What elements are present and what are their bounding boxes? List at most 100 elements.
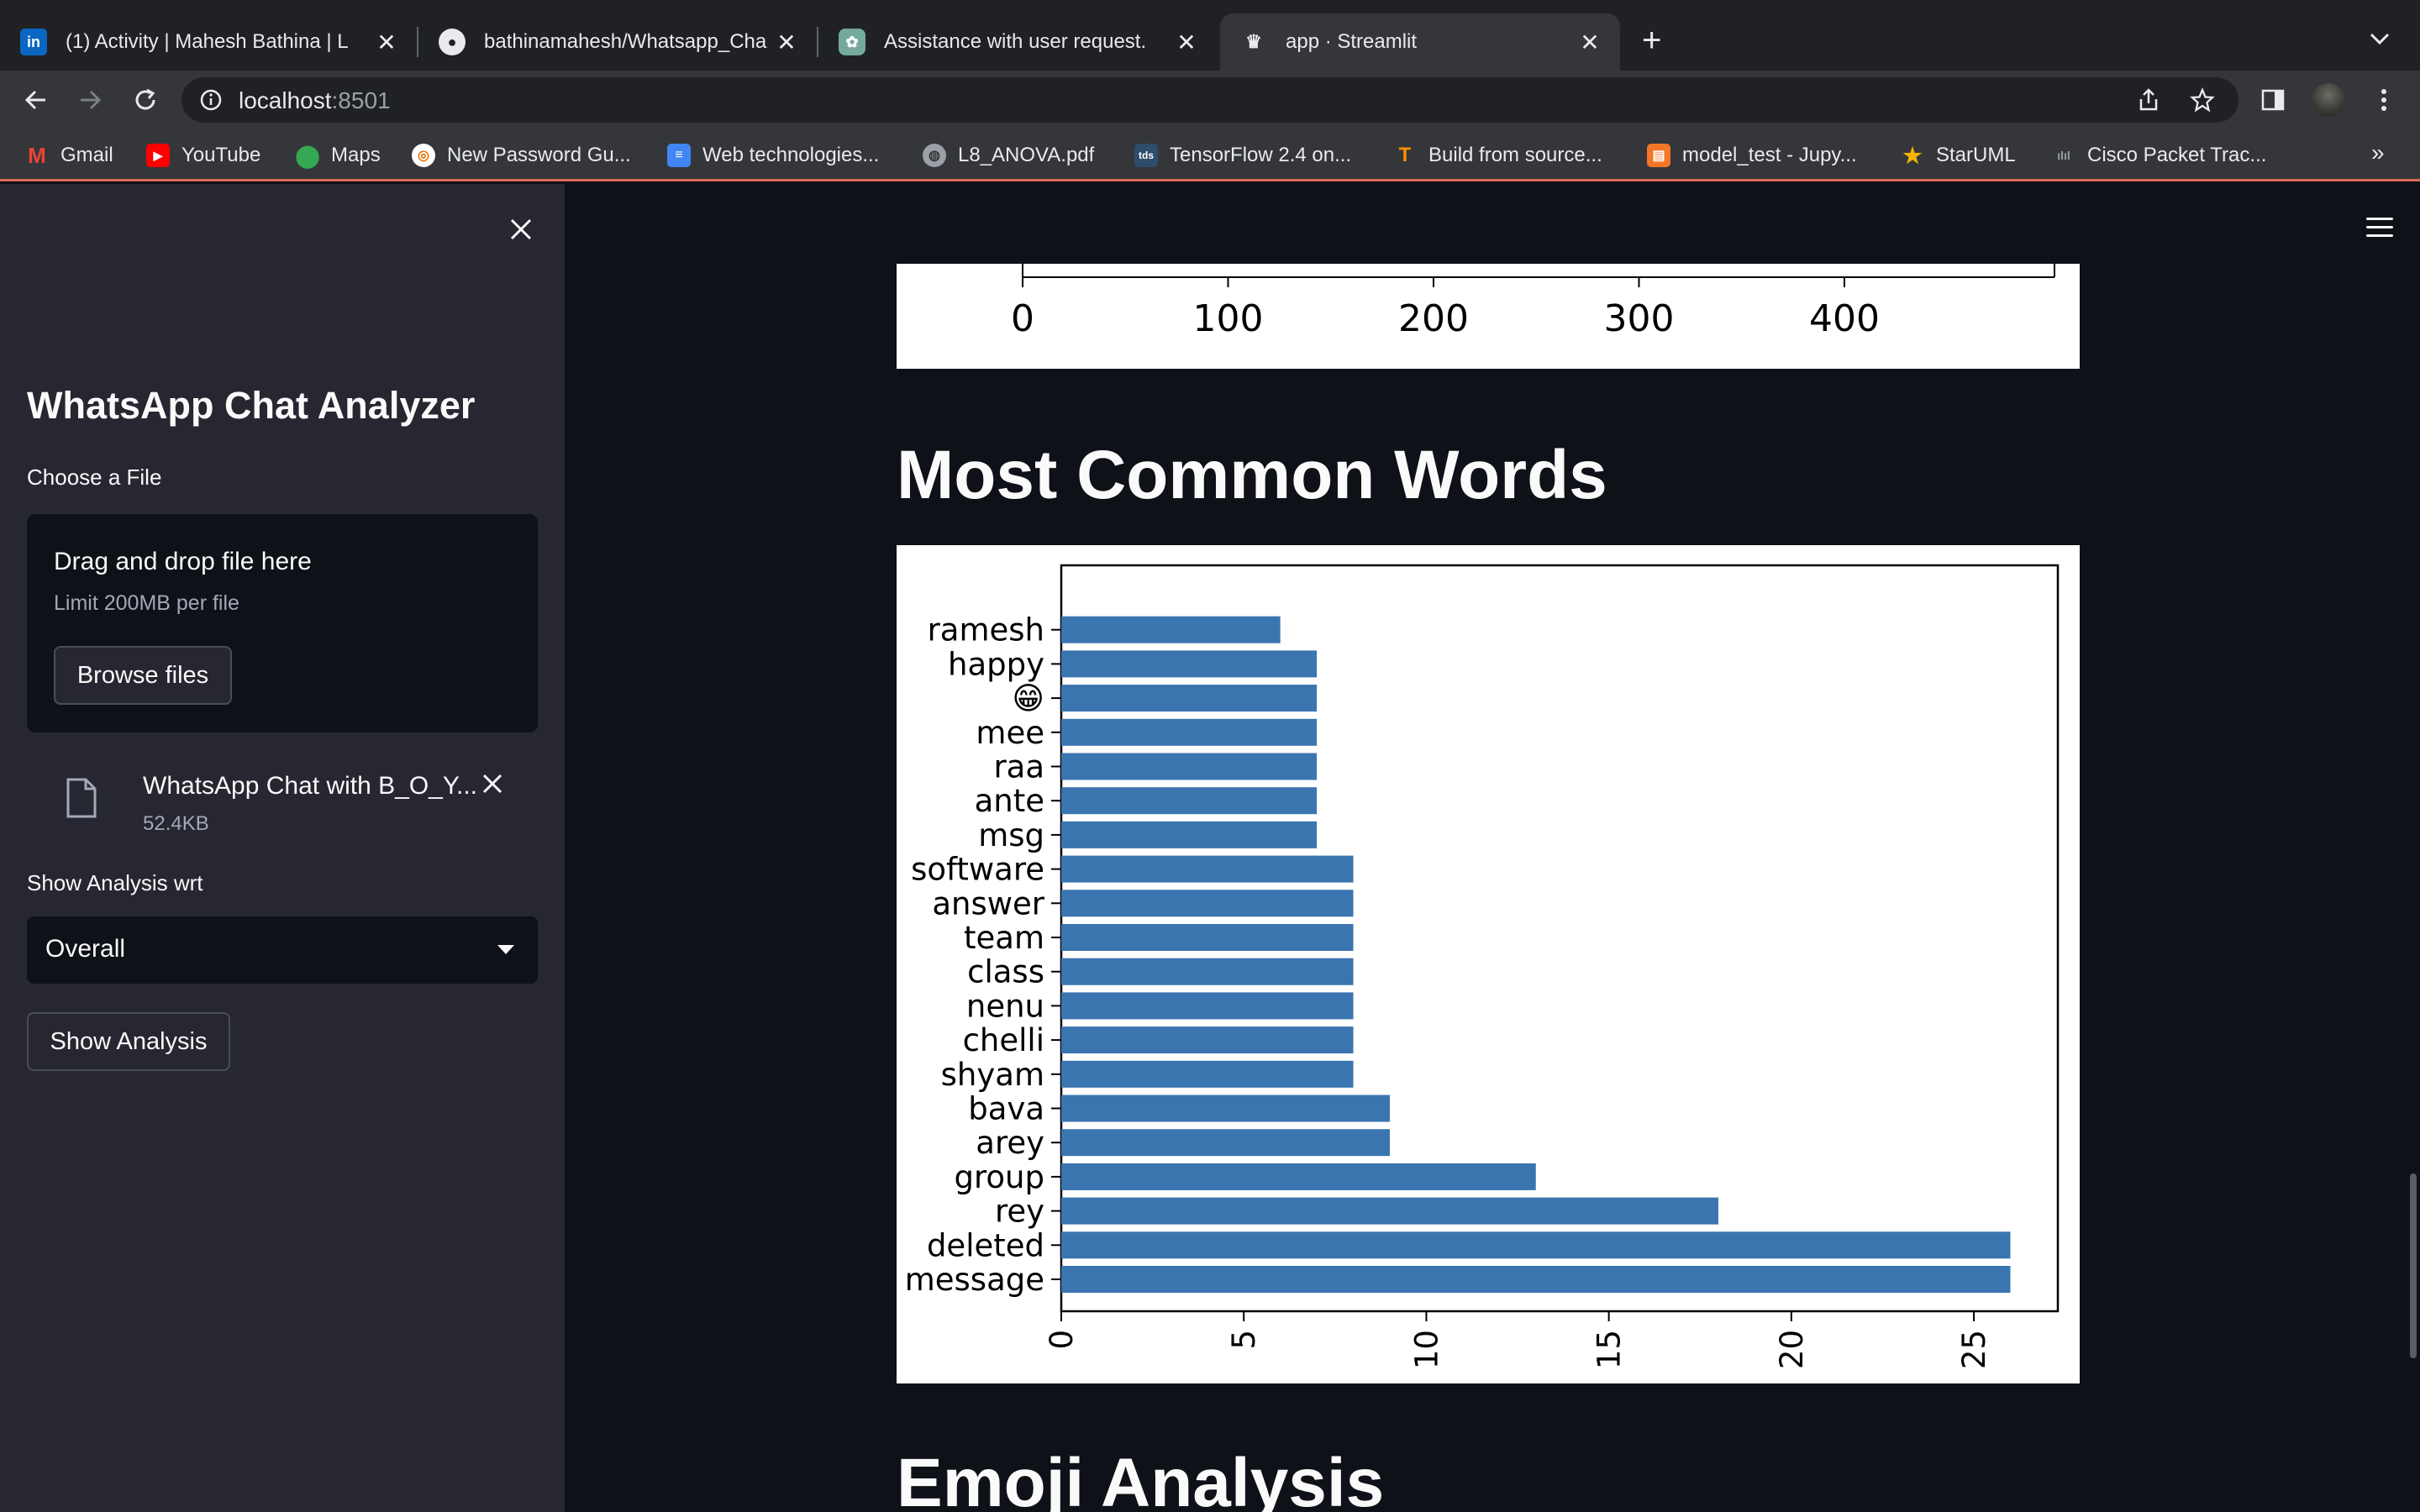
- close-sidebar-icon[interactable]: [509, 218, 533, 251]
- tensorflow-icon: T: [1398, 144, 1412, 166]
- x-tick-label: 20: [1774, 1330, 1810, 1369]
- docs-icon: ≡: [667, 144, 691, 167]
- dropzone-limit: Limit 200MB per file: [54, 591, 239, 615]
- tab-search-chevron-icon[interactable]: [2370, 32, 2390, 45]
- bookmark-gmail[interactable]: M Gmail: [25, 141, 113, 170]
- remove-file-icon[interactable]: [481, 772, 504, 795]
- bar-chart: messagedeletedreygroupareybavashyamchell…: [905, 564, 2060, 1369]
- x-tick-label: 25: [1956, 1330, 1992, 1369]
- close-tab-icon[interactable]: ✕: [771, 27, 802, 57]
- y-tick-label: nenu: [966, 988, 1044, 1024]
- y-tick-label: arey: [976, 1125, 1044, 1161]
- tab-github[interactable]: ● bathinamahesh/Whatsapp_Cha ✕: [418, 13, 817, 71]
- sidebar-title: WhatsApp Chat Analyzer: [27, 384, 476, 427]
- github-icon: ●: [439, 29, 466, 55]
- side-panel-button[interactable]: [2254, 81, 2292, 119]
- bookmark-star-icon[interactable]: [2190, 87, 2215, 113]
- axis-tick-label: 0: [1011, 297, 1034, 340]
- reload-button[interactable]: [124, 79, 166, 121]
- close-tab-icon[interactable]: ✕: [1171, 27, 1202, 57]
- y-tick-label: group: [955, 1159, 1044, 1195]
- chevron-down-icon: [497, 945, 514, 954]
- back-arrow-icon: [24, 90, 45, 110]
- tab-linkedin[interactable]: in (1) Activity | Mahesh Bathina | L ✕: [0, 13, 417, 71]
- new-tab-button[interactable]: +: [1642, 24, 1661, 57]
- y-tick-label: msg: [978, 817, 1044, 853]
- y-tick-label: 😁: [1012, 680, 1044, 717]
- file-icon: [66, 778, 97, 818]
- site-info-icon[interactable]: [200, 89, 222, 111]
- tab-streamlit[interactable]: ♛ app · Streamlit ✕: [1220, 13, 1620, 71]
- avatar-icon: [2312, 83, 2345, 117]
- bar: [1061, 1197, 1718, 1225]
- bookmark-anova[interactable]: ◍ L8_ANOVA.pdf: [923, 141, 1094, 170]
- axis-tick-label: 100: [1193, 297, 1264, 340]
- bar: [1061, 1163, 1536, 1190]
- side-panel-icon: [2261, 89, 2285, 111]
- uploaded-file-name: WhatsApp Chat with B_O_Y...: [143, 772, 477, 800]
- tab-title: Assistance with user request.: [884, 30, 1147, 53]
- share-icon[interactable]: [2136, 87, 2161, 113]
- y-tick-label: rey: [995, 1194, 1044, 1230]
- hamburger-menu-icon[interactable]: [2366, 218, 2393, 238]
- previous-chart: 0 100 200 300 400: [897, 264, 2080, 369]
- bookmarks-bar: M Gmail ▶ YouTube ⬤ Maps ◎ New Password Gu..…: [0, 129, 2420, 181]
- x-tick-label: 0: [1044, 1330, 1080, 1350]
- bookmark-cisco[interactable]: ılıl Cisco Packet Trac...: [2052, 141, 2266, 170]
- bookmark-jupyter[interactable]: ▤ model_test - Jupy...: [1647, 141, 1857, 170]
- youtube-icon: ▶: [146, 144, 170, 167]
- bookmark-tensorflow-tds[interactable]: tds TensorFlow 2.4 on...: [1134, 141, 1351, 170]
- globe-icon: ◍: [923, 144, 946, 167]
- bar: [1061, 890, 1354, 917]
- close-tab-icon[interactable]: ✕: [371, 27, 402, 57]
- streamlit-icon: ♛: [1245, 31, 1262, 52]
- y-tick-label: chelli: [963, 1022, 1044, 1058]
- bookmark-staruml[interactable]: ★ StarUML: [1901, 141, 2015, 170]
- profile-avatar[interactable]: [2309, 81, 2348, 119]
- close-tab-icon[interactable]: ✕: [1575, 27, 1605, 57]
- dropzone-title: Drag and drop file here: [54, 548, 312, 575]
- bar: [1061, 1060, 1354, 1088]
- tds-icon: tds: [1134, 144, 1158, 167]
- x-tick-label: 10: [1408, 1330, 1444, 1369]
- analysis-user-select[interactable]: Overall: [27, 916, 538, 984]
- browser-toolbar: localhost:8501: [0, 71, 2420, 129]
- bookmark-maps[interactable]: ⬤ Maps: [295, 141, 380, 170]
- y-tick-label: class: [967, 954, 1044, 990]
- y-tick-label: shyam: [941, 1057, 1044, 1093]
- file-dropzone[interactable]: Drag and drop file here Limit 200MB per …: [27, 514, 538, 732]
- axis-tick-label: 300: [1604, 297, 1675, 340]
- y-tick-label: answer: [932, 885, 1044, 921]
- more-bookmarks-icon[interactable]: »: [2371, 139, 2385, 166]
- jupyter-icon: ▤: [1647, 144, 1670, 167]
- bar: [1061, 1266, 2011, 1293]
- y-tick-label: deleted: [927, 1227, 1044, 1263]
- bar: [1061, 1026, 1354, 1054]
- bookmark-youtube[interactable]: ▶ YouTube: [146, 141, 260, 170]
- bar: [1061, 616, 1281, 643]
- bookmark-build-source[interactable]: T Build from source...: [1393, 141, 1602, 170]
- axis-tick-label: 200: [1398, 297, 1469, 340]
- uploaded-file-size: 52.4KB: [143, 812, 209, 835]
- tab-title: bathinamahesh/Whatsapp_Cha: [484, 30, 767, 53]
- address-bar[interactable]: localhost:8501: [182, 77, 2238, 123]
- bookmark-web-tech[interactable]: ≡ Web technologies...: [667, 141, 879, 170]
- tab-title: (1) Activity | Mahesh Bathina | L: [66, 30, 349, 53]
- scrollbar[interactable]: [2410, 1173, 2417, 1358]
- back-button[interactable]: [15, 79, 57, 121]
- tab-chatgpt[interactable]: ✿ Assistance with user request. ✕: [818, 13, 1217, 71]
- bar: [1061, 1231, 2011, 1259]
- bookmark-password[interactable]: ◎ New Password Gu...: [412, 141, 631, 170]
- show-analysis-button[interactable]: Show Analysis: [27, 1012, 230, 1071]
- bar: [1061, 685, 1318, 712]
- maps-icon: ⬤: [295, 142, 320, 168]
- staruml-icon: ★: [1902, 142, 1923, 168]
- most-common-words-chart: message deleted rey group arey bava shyam chell…: [897, 545, 2080, 1383]
- browse-files-button[interactable]: Browse files: [54, 646, 232, 705]
- bar: [1061, 821, 1318, 848]
- y-tick-label: ante: [975, 783, 1044, 819]
- forward-button[interactable]: [69, 79, 111, 121]
- bar: [1061, 1129, 1390, 1157]
- cisco-icon: ılıl: [2057, 149, 2070, 162]
- menu-button[interactable]: [2365, 81, 2403, 119]
